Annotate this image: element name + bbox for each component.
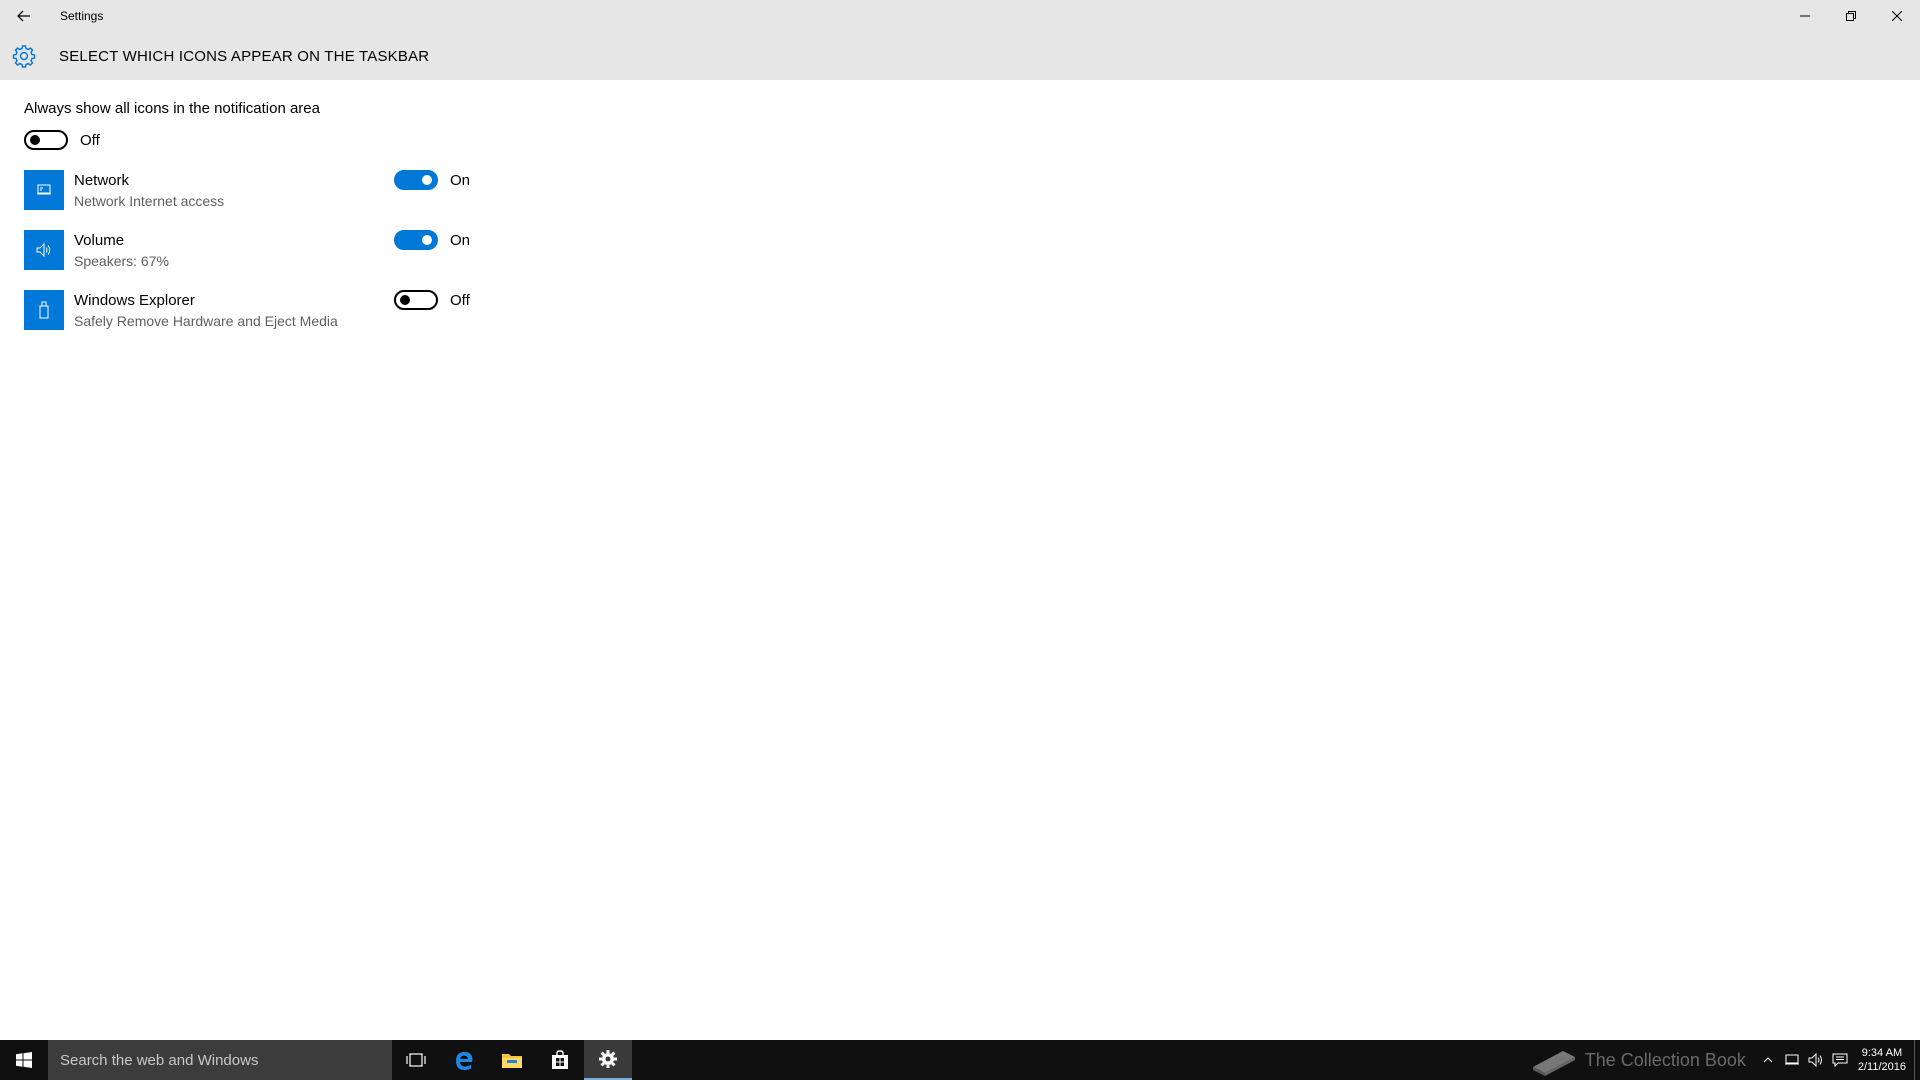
explorer-subtitle: Safely Remove Hardware and Eject Media [74, 313, 338, 329]
volume-tile [24, 230, 64, 270]
network-toggle[interactable] [394, 170, 438, 190]
toggle-knob [422, 235, 432, 245]
close-button[interactable] [1874, 0, 1920, 32]
windows-logo-icon [16, 1052, 32, 1068]
store-button[interactable] [536, 1040, 584, 1080]
start-button[interactable] [0, 1040, 48, 1080]
close-icon [1892, 11, 1902, 21]
toggle-knob [30, 135, 40, 145]
network-icon [37, 184, 51, 195]
explorer-tile [24, 290, 64, 330]
show-desktop-button[interactable] [1914, 1040, 1920, 1080]
edge-browser-icon [456, 1052, 473, 1070]
minimize-icon [1800, 15, 1810, 17]
explorer-title: Windows Explorer [74, 292, 195, 309]
page-title: SELECT WHICH ICONS APPEAR ON THE TASKBAR [59, 47, 430, 65]
search-input[interactable]: Search the web and Windows [48, 1040, 392, 1080]
network-text: Network Network Internet access [74, 170, 394, 210]
action-center-button[interactable] [1828, 1040, 1852, 1080]
watermark-text: The Collection Book [1584, 1049, 1746, 1070]
chevron-up-icon [1763, 1057, 1773, 1063]
gear-icon [599, 1050, 617, 1068]
folder-icon [502, 1054, 522, 1068]
watermark: The Collection Book [1529, 1043, 1746, 1077]
tray-volume-button[interactable] [1804, 1040, 1828, 1080]
window-controls [1782, 0, 1920, 32]
book-logo-icon [1532, 1051, 1575, 1076]
clock[interactable]: 9:34 AM 2/11/2016 [1858, 1046, 1906, 1074]
header-icon [0, 32, 48, 80]
list-item-network: Network Network Internet access On [24, 170, 504, 210]
speaker-icon [36, 242, 51, 258]
show-hidden-icons-button[interactable] [1756, 1040, 1780, 1080]
explorer-state: Off [450, 291, 470, 309]
volume-toggle-row: On [394, 230, 470, 250]
clock-date: 2/11/2016 [1857, 1061, 1906, 1073]
always-show-state: Off [80, 131, 100, 149]
restore-icon [1846, 11, 1856, 21]
explorer-toggle-row: Off [394, 290, 470, 310]
toggle-knob [422, 175, 432, 185]
store-bag-icon [552, 1050, 568, 1069]
search-placeholder: Search the web and Windows [60, 1051, 259, 1069]
volume-state: On [450, 231, 471, 249]
volume-text: Volume Speakers: 67% [74, 230, 394, 270]
tray-network-button[interactable] [1780, 1040, 1804, 1080]
back-arrow-icon [17, 10, 30, 22]
back-button[interactable] [0, 0, 48, 32]
task-view-button[interactable] [392, 1040, 440, 1080]
network-tile [24, 170, 64, 210]
app-title: Settings [60, 9, 104, 23]
notification-icon [1832, 1053, 1848, 1067]
gear-icon [12, 45, 36, 68]
system-tray: The Collection Book 9:34 AM 2/11/2016 [1529, 1040, 1920, 1080]
usb-drive-icon [39, 301, 49, 319]
volume-toggle[interactable] [394, 230, 438, 250]
volume-title: Volume [74, 232, 125, 249]
title-bar: Settings [0, 0, 1920, 32]
list-item-windows-explorer: Windows Explorer Safely Remove Hardware … [24, 290, 504, 330]
network-subtitle: Network Internet access [74, 193, 225, 209]
taskbar: Search the web and Windows The Collectio… [0, 1040, 1920, 1080]
task-view-icon [406, 1053, 426, 1067]
always-show-toggle[interactable] [24, 130, 68, 150]
always-show-toggle-row: Off [24, 130, 100, 150]
file-explorer-button[interactable] [488, 1040, 536, 1080]
toggle-knob [400, 295, 410, 305]
explorer-text: Windows Explorer Safely Remove Hardware … [74, 290, 394, 330]
network-state: On [450, 171, 471, 189]
settings-taskbar-button[interactable] [584, 1040, 632, 1080]
network-title: Network [74, 172, 130, 189]
volume-subtitle: Speakers: 67% [74, 253, 169, 269]
network-icon [1784, 1054, 1799, 1065]
always-show-label: Always show all icons in the notificatio… [24, 100, 320, 117]
clock-time: 9:34 AM [1861, 1047, 1903, 1059]
network-toggle-row: On [394, 170, 470, 190]
page-header: SELECT WHICH ICONS APPEAR ON THE TASKBAR [0, 32, 1920, 80]
explorer-toggle[interactable] [394, 290, 438, 310]
list-item-volume: Volume Speakers: 67% On [24, 230, 504, 270]
speaker-icon [1808, 1053, 1822, 1067]
restore-button[interactable] [1828, 0, 1874, 32]
edge-button[interactable] [440, 1040, 488, 1080]
minimize-button[interactable] [1782, 0, 1828, 32]
